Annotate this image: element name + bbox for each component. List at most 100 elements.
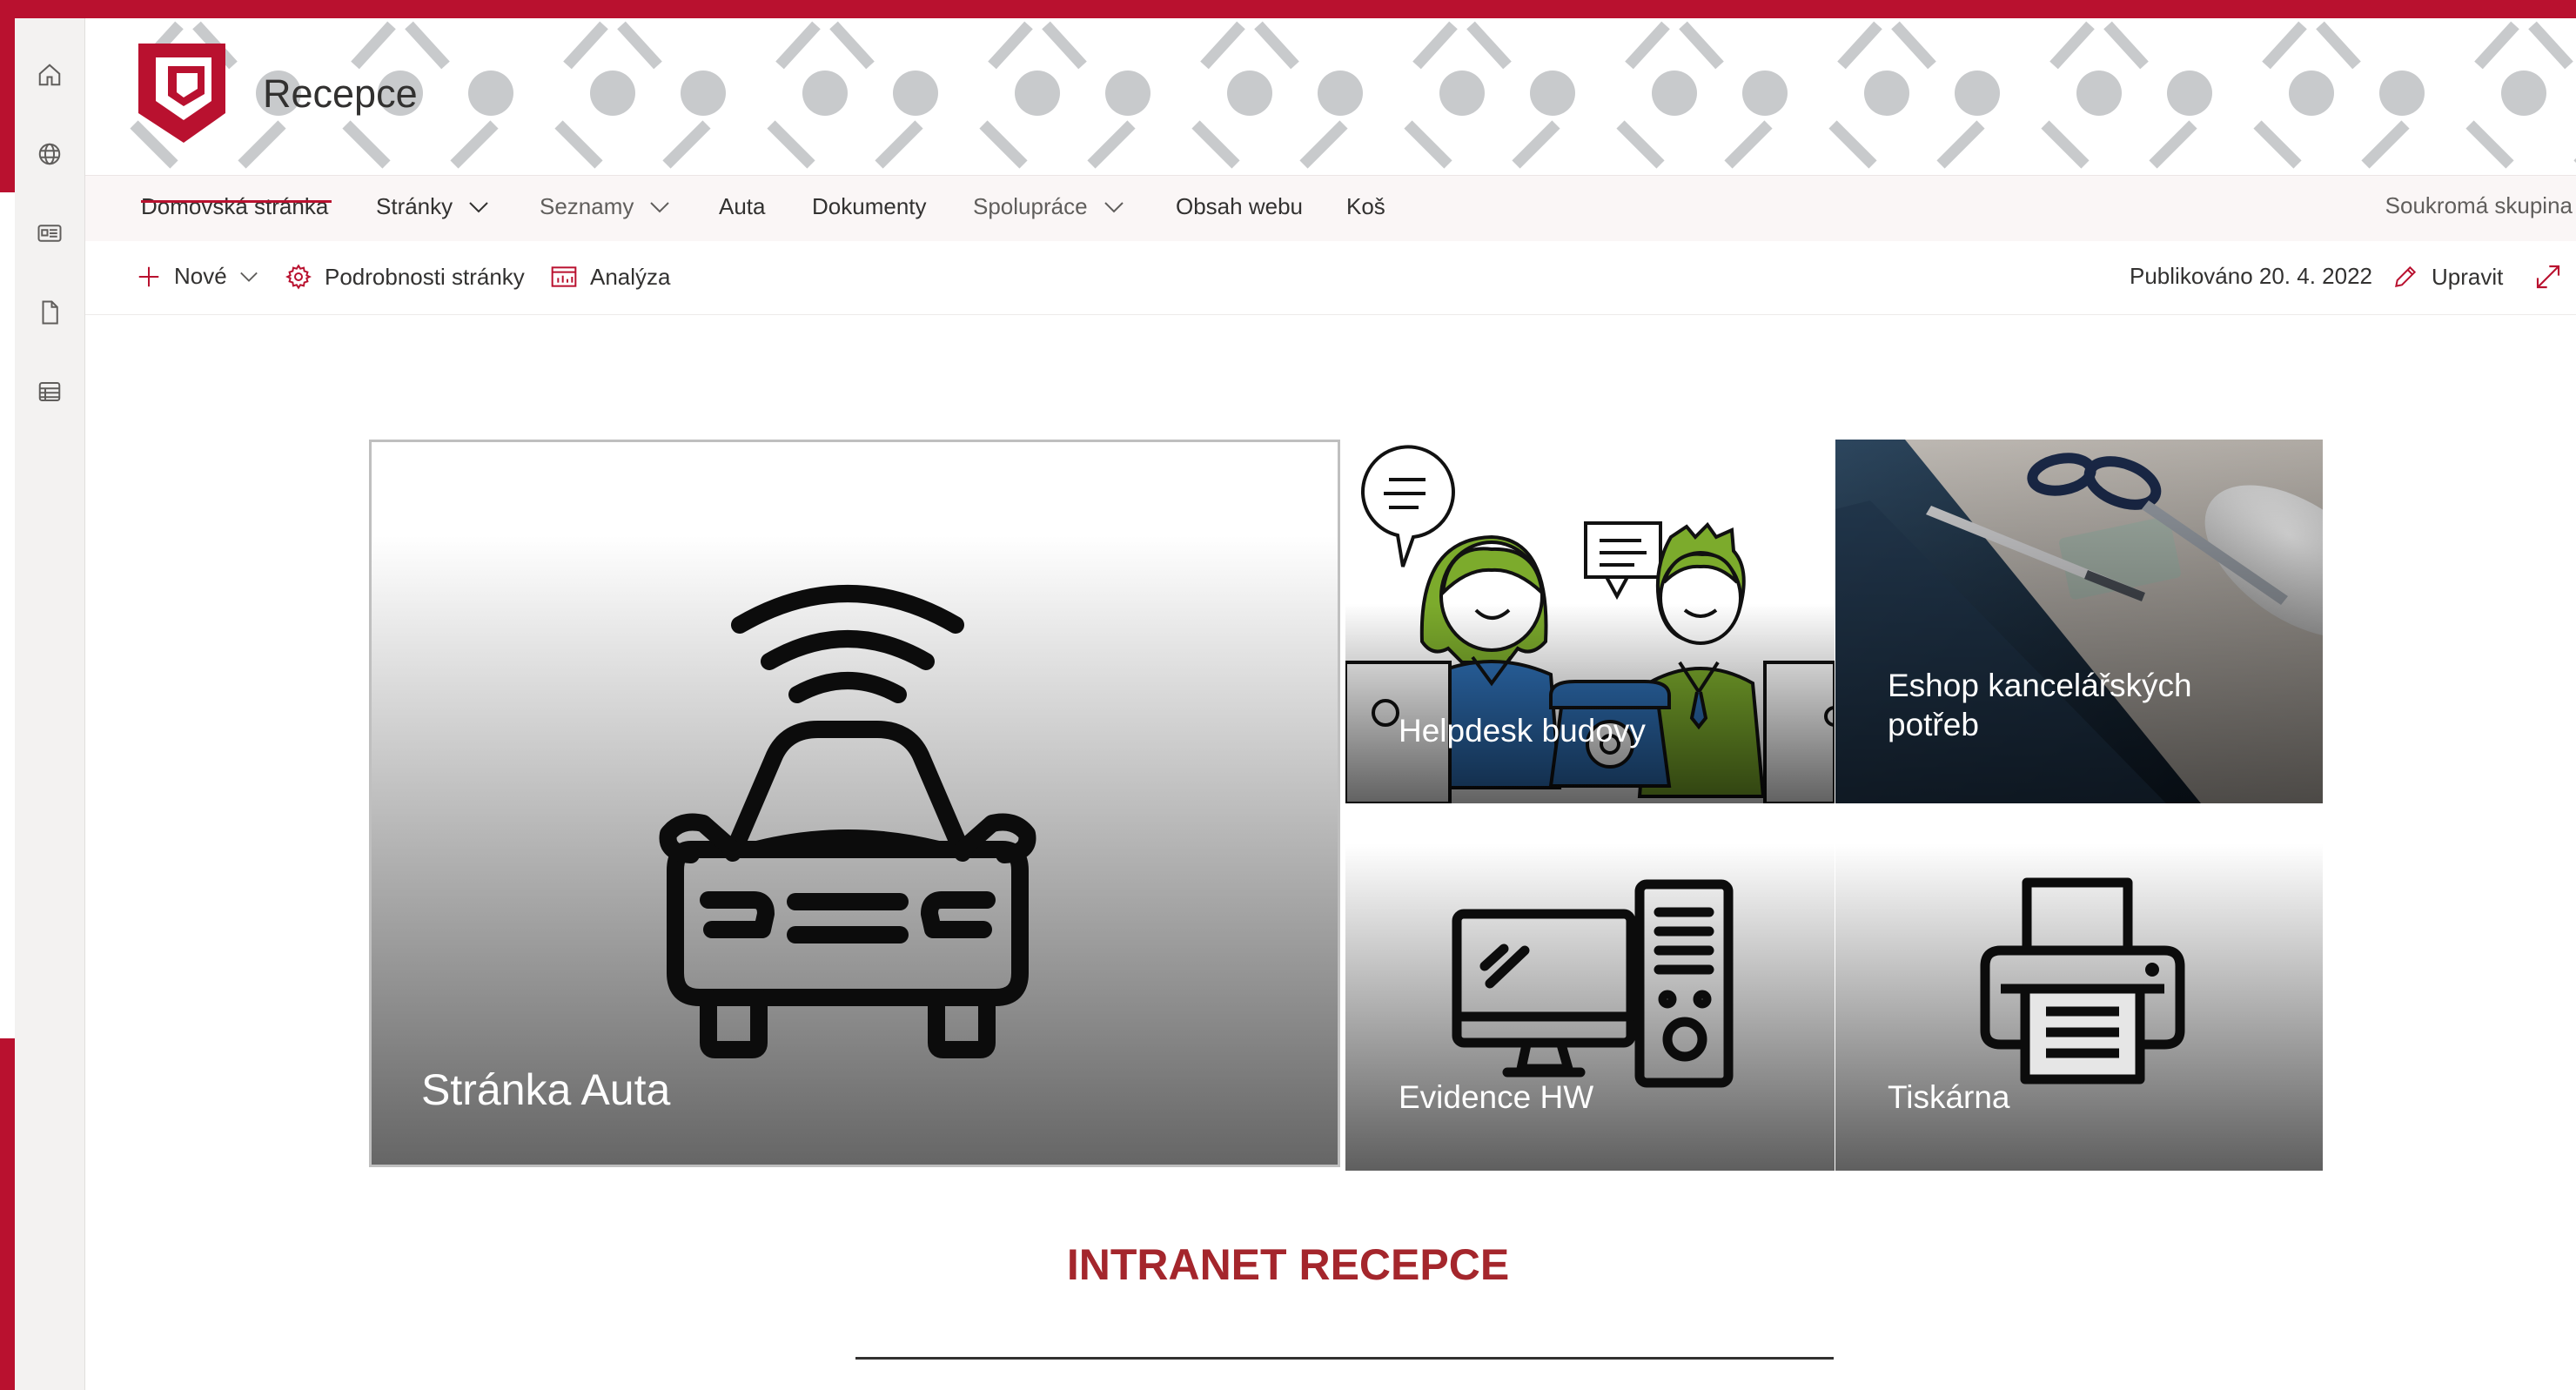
pattern-dash <box>2103 21 2149 70</box>
new-button[interactable]: Nové <box>136 263 258 290</box>
pattern-dash <box>405 21 450 70</box>
pattern-dash <box>1466 21 1512 70</box>
pattern-dash <box>563 21 608 70</box>
pattern-dash <box>1254 21 1299 70</box>
pattern-dash <box>1087 120 1136 169</box>
pattern-dot <box>1530 71 1575 116</box>
edit-label: Upravit <box>2432 263 2504 290</box>
pattern-dash <box>554 120 603 169</box>
home-icon[interactable] <box>27 52 72 97</box>
header-pattern <box>130 21 2576 169</box>
pattern-dot <box>1318 71 1363 116</box>
pattern-dash <box>617 21 662 70</box>
nav-item-pages[interactable]: Stránky <box>376 193 489 220</box>
app-bar <box>15 18 85 1390</box>
hero-tile-printer[interactable]: Tiskárna <box>1835 808 2323 1171</box>
site-header <box>85 18 2576 175</box>
pattern-dot <box>2167 71 2212 116</box>
pattern-dash <box>1936 120 1985 169</box>
hero-tile-hardware[interactable]: Evidence HW <box>1345 808 1835 1171</box>
connected-car-icon <box>659 585 1036 1058</box>
pattern-dash <box>2474 21 2519 70</box>
site-title[interactable]: Recepce <box>263 71 418 117</box>
analytics-button[interactable]: Analýza <box>550 263 671 291</box>
hero-tile-eshop[interactable]: Eshop kancelářských potřeb <box>1835 440 2323 803</box>
pattern-dash <box>238 120 286 169</box>
brand-left-accent-lower <box>0 1038 15 1390</box>
pattern-dash <box>450 120 499 169</box>
pattern-dash <box>1404 120 1452 169</box>
pattern-dot <box>1955 71 2000 116</box>
nav-item-lists[interactable]: Seznamy <box>540 193 670 220</box>
hero-tile-helpdesk[interactable]: Helpdesk budovy <box>1345 440 1835 803</box>
pattern-dot <box>1015 71 1060 116</box>
pattern-dot <box>1742 71 1788 116</box>
pattern-dot <box>1439 71 1485 116</box>
pattern-dot <box>2076 71 2122 116</box>
pattern-dash <box>1625 21 1670 70</box>
pattern-dot <box>1652 71 1697 116</box>
pattern-dash <box>775 21 821 70</box>
pattern-dot <box>2501 71 2546 116</box>
hero-tile-title: Tiskárna <box>1888 1079 2010 1115</box>
nav-item-label: Domovská stránka <box>141 193 329 219</box>
pattern-dot <box>681 71 726 116</box>
pattern-dash <box>2316 21 2361 70</box>
pattern-dot <box>893 71 938 116</box>
desktop-computer-icon <box>1452 879 1734 1088</box>
document-icon[interactable] <box>27 290 72 335</box>
expand-icon[interactable] <box>2534 263 2562 291</box>
page-details-button[interactable]: Podrobnosti stránky <box>285 263 525 291</box>
section-divider <box>855 1357 1834 1360</box>
list-icon[interactable] <box>27 369 72 414</box>
published-status: Publikováno 20. 4. 2022 <box>2130 263 2372 290</box>
hero-tile-title: Helpdesk budovy <box>1399 713 1646 749</box>
chevron-down-icon <box>239 271 258 283</box>
pattern-dash <box>342 120 391 169</box>
intro-heading: INTRANET RECEPCE <box>1066 1240 1510 1289</box>
gear-icon <box>285 263 312 291</box>
pattern-dash <box>1299 120 1348 169</box>
analytics-icon <box>550 263 578 291</box>
nav-item-label: Spolupráce <box>973 193 1088 219</box>
pattern-dash <box>1512 120 1560 169</box>
pattern-dot <box>1227 71 1272 116</box>
edit-button[interactable]: Upravit <box>2392 263 2503 291</box>
chevron-down-icon <box>468 201 489 213</box>
tile-gradient <box>1835 440 2323 803</box>
pencil-icon <box>2392 263 2419 291</box>
nav-item-home[interactable]: Domovská stránka <box>141 193 328 220</box>
pattern-dash <box>979 120 1028 169</box>
nav-item-label: Stránky <box>376 193 453 219</box>
pattern-dash <box>662 120 711 169</box>
pattern-dash <box>1724 120 1773 169</box>
pattern-dash <box>875 120 923 169</box>
active-nav-indicator <box>141 200 332 203</box>
nav-item-collaboration[interactable]: Spolupráce <box>973 193 1124 220</box>
nav-item-documents[interactable]: Dokumenty <box>812 193 927 220</box>
pattern-dot <box>2289 71 2334 116</box>
pattern-dash <box>1191 120 1240 169</box>
news-icon[interactable] <box>27 211 72 256</box>
pattern-dash <box>351 21 396 70</box>
pattern-dash <box>2262 21 2307 70</box>
brand-left-accent-upper <box>0 18 15 192</box>
pattern-dash <box>988 21 1033 70</box>
pattern-dash <box>1042 21 1087 70</box>
nav-item-label: Koš <box>1346 193 1385 219</box>
pattern-dot <box>468 71 513 116</box>
brand-top-stripe <box>0 0 2576 18</box>
nav-item-cars[interactable]: Auta <box>719 193 766 220</box>
nav-item-recycle-bin[interactable]: Koš <box>1346 193 1385 220</box>
hero-tile-title: Stránka Auta <box>421 1065 671 1114</box>
chevron-down-icon <box>649 201 670 213</box>
page-details-label: Podrobnosti stránky <box>325 263 525 290</box>
nav-item-label: Auta <box>719 193 766 219</box>
pattern-dash <box>829 21 875 70</box>
pattern-dash <box>1891 21 1936 70</box>
site-navigation: Domovská stránka Stránky Seznamy Auta Do… <box>85 175 2576 242</box>
site-logo[interactable] <box>135 40 229 146</box>
hero-tile-cars[interactable]: Stránka Auta <box>369 440 1340 1167</box>
globe-icon[interactable] <box>27 131 72 177</box>
nav-item-site-contents[interactable]: Obsah webu <box>1176 193 1303 220</box>
